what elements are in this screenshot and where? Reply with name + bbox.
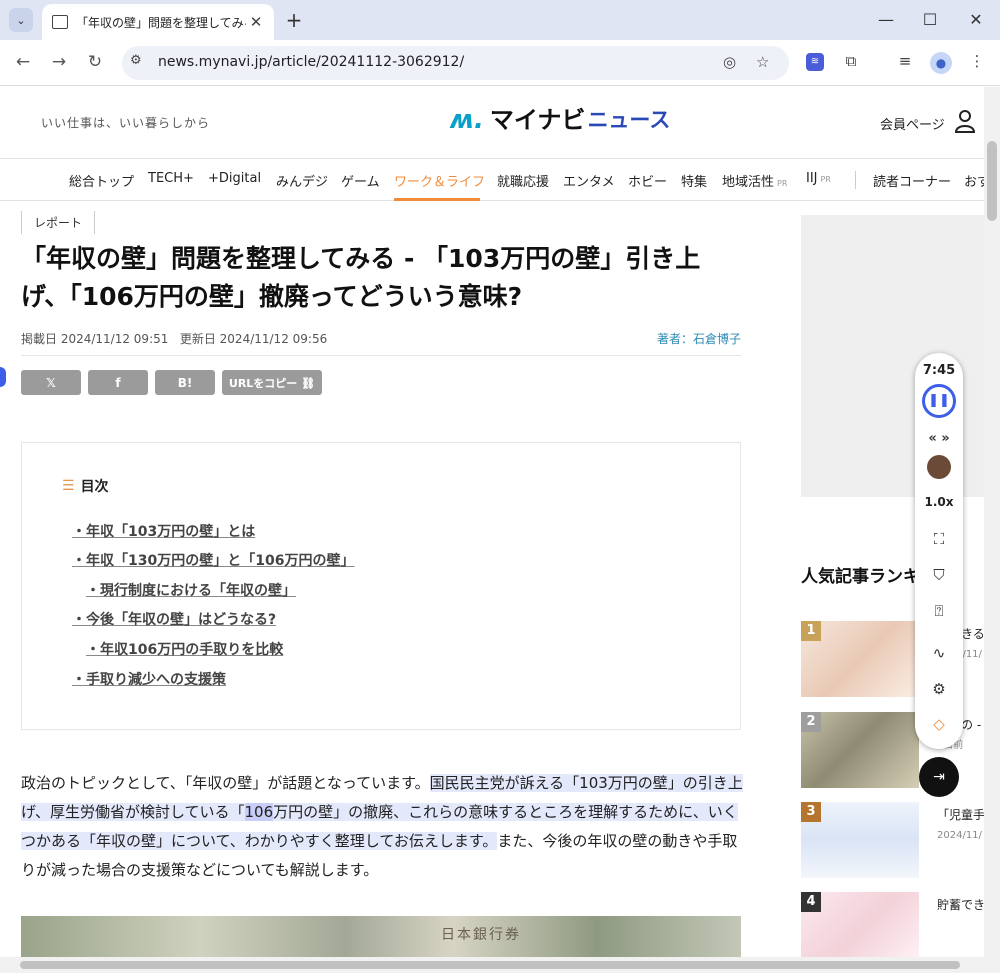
toc-link-4[interactable]: ・今後「年収の壁」はどうなる? <box>72 609 276 629</box>
article-dates: 掲載日 2024/11/12 09:51 更新日 2024/11/12 09:5… <box>21 332 328 346</box>
skip-icon[interactable]: « » <box>915 431 963 446</box>
monitor-favicon-icon <box>52 15 68 29</box>
premium-gem-icon[interactable]: ◇ <box>915 715 963 733</box>
bookmark-star-icon[interactable]: ☆ <box>756 53 769 71</box>
user-icon[interactable] <box>954 109 976 133</box>
browser-tab-active[interactable]: 「年収の壁」問題を整理してみる - 「 ✕ <box>42 4 274 40</box>
tab-close-icon[interactable]: ✕ <box>246 13 266 31</box>
share-facebook-button[interactable]: f <box>88 370 148 395</box>
logo-main-text: マイナビ <box>489 106 586 134</box>
new-tab-button[interactable]: + <box>283 8 305 32</box>
nav-item-iij[interactable]: IIJ PR <box>806 171 831 186</box>
table-of-contents: ☰ 目次 ・年収「103万円の壁」とは ・年収「130万円の壁」と「106万円の… <box>21 442 741 730</box>
nav-item-reader[interactable]: 読者コーナー <box>873 171 951 190</box>
ranking-text: 貯蓄でき 特徴 第4 きる人っ <box>937 898 984 912</box>
toc-link-6[interactable]: ・手取り減少への支援策 <box>72 669 226 689</box>
rank-badge: 2 <box>801 712 821 732</box>
nav-item-tech[interactable]: TECH+ <box>148 171 194 186</box>
member-page-link[interactable]: 会員ページ <box>880 114 945 133</box>
nav-item-job[interactable]: 就職応援 <box>497 171 549 190</box>
extensions-puzzle-icon[interactable]: ⧉ <box>841 52 861 70</box>
tab-search-chevron-icon[interactable]: ⌄ <box>9 8 33 32</box>
nav-item-work-life[interactable]: ワーク＆ライフ <box>394 171 485 190</box>
speechify-extension-icon[interactable]: ≋ <box>806 53 824 71</box>
nav-item-feature[interactable]: 特集 <box>681 171 707 190</box>
nav-item-digital[interactable]: +Digital <box>208 171 261 186</box>
site-header: いい仕事は、いい暮らしから ʍ. マイナビ ニュース 会員ページ <box>0 87 984 159</box>
browser-tab-bar: ⌄ 「年収の壁」問題を整理してみる - 「 ✕ + — ☐ ✕ <box>0 0 1000 40</box>
toc-link-2[interactable]: ・年収「130万円の壁」と「106万円の壁」 <box>72 550 354 570</box>
copy-url-button[interactable]: URLをコピー ⛓ <box>222 370 322 395</box>
toc-title: ☰ 目次 <box>62 478 109 495</box>
ranking-text: 「児童手 いたら何 い道は -2024/11/ <box>937 808 984 841</box>
settings-gear-icon[interactable]: ⚙ <box>915 680 963 698</box>
screenshot-icon[interactable]: ⛶ <box>915 530 963 548</box>
article-body-paragraph: 政治のトピックとして、「年収の壁」が話題となっています。国民民主党が訴える「10… <box>21 774 743 879</box>
nav-active-underline <box>394 198 480 201</box>
nav-item-entame[interactable]: エンタメ <box>563 171 615 190</box>
site-tagline: いい仕事は、いい暮らしから <box>41 116 211 130</box>
share-x-button[interactable]: 𝕏 <box>21 370 81 395</box>
pause-icon[interactable]: ❚❚ <box>922 384 956 418</box>
nav-item-game[interactable]: ゲーム <box>341 171 380 190</box>
playback-speed[interactable]: 1.0x <box>915 495 963 509</box>
page-viewport: いい仕事は、いい暮らしから ʍ. マイナビ ニュース 会員ページ 総合トップ T… <box>0 87 984 957</box>
url-text[interactable]: news.mynavi.jp/article/20241112-3062912/ <box>158 54 464 70</box>
more-menu-icon[interactable]: ⋮ <box>967 52 987 70</box>
article-banknote-image: 日本銀行券 <box>21 916 741 957</box>
nav-item-recommend[interactable]: おす <box>964 171 984 190</box>
collapse-panel-icon[interactable]: ⇥ <box>919 757 959 797</box>
horizontal-scrollbar[interactable] <box>0 957 1000 973</box>
rank-badge: 4 <box>801 892 821 912</box>
reader-time: 7:45 <box>922 363 956 378</box>
profile-avatar-icon[interactable]: ● <box>930 52 952 74</box>
rank-badge: 3 <box>801 802 821 822</box>
category-nav: 総合トップ TECH+ +Digital みんデジ ゲーム ワーク＆ライフ 就職… <box>0 159 984 201</box>
horizontal-scroll-thumb[interactable] <box>20 961 960 969</box>
article-headline: 「年収の壁」問題を整理してみる - 「103万円の壁」引き上げ、「106万円の壁… <box>21 244 701 311</box>
nav-item-hobby[interactable]: ホビー <box>628 171 667 190</box>
mynavi-news-logo[interactable]: ʍ. マイナビ ニュース <box>450 105 670 135</box>
forward-arrow-icon[interactable]: → <box>48 52 70 72</box>
ranking-item-3[interactable]: 3 「児童手 いたら何 い道は -2024/11/ <box>801 802 984 882</box>
toc-link-1[interactable]: ・年収「103万円の壁」とは <box>72 521 255 541</box>
window-close-icon[interactable]: ✕ <box>966 10 986 29</box>
media-queue-icon[interactable]: ≡ <box>895 52 915 70</box>
vertical-scrollbar[interactable] <box>984 87 1000 957</box>
nav-item-mindigi[interactable]: みんデジ <box>276 171 328 190</box>
browser-toolbar: ← → ↻ ⚙ news.mynavi.jp/article/20241112-… <box>0 40 1000 86</box>
toc-link-5[interactable]: ・年収106万円の手取りを比較 <box>86 639 283 659</box>
text-to-speech-widget: 7:45 ❚❚ « » 1.0x ⛶ ⛉ ⍰ ∿ ⚙ ◇ <box>915 353 963 749</box>
address-bar[interactable]: ⚙ news.mynavi.jp/article/20241112-306291… <box>122 46 789 80</box>
divider <box>21 355 741 356</box>
category-label[interactable]: レポート <box>21 211 96 234</box>
waveform-icon[interactable]: ∿ <box>915 644 963 662</box>
nav-separator <box>855 171 856 189</box>
back-arrow-icon[interactable]: ← <box>12 52 34 72</box>
side-panel-handle[interactable] <box>0 367 6 387</box>
maximize-icon[interactable]: ☐ <box>920 10 940 29</box>
voice-avatar[interactable] <box>927 455 951 479</box>
rank-badge: 1 <box>801 621 821 641</box>
list-icon: ☰ <box>62 478 75 494</box>
article-author[interactable]: 著者：石倉博子 <box>657 330 741 347</box>
nav-item-region[interactable]: 地域活性 PR <box>722 171 787 190</box>
minimize-icon[interactable]: — <box>876 10 896 29</box>
share-hatena-button[interactable]: B! <box>155 370 215 395</box>
ranking-item-4[interactable]: 4 貯蓄でき 特徴 第4 きる人っ <box>801 892 984 957</box>
logo-sub-text: ニュース <box>587 108 671 132</box>
reload-icon[interactable]: ↻ <box>84 52 106 72</box>
vertical-scroll-thumb[interactable] <box>987 141 997 221</box>
eye-off-icon[interactable]: ◎ <box>723 53 736 71</box>
toc-link-3[interactable]: ・現行制度における「年収の壁」 <box>86 580 296 600</box>
add-bookmark-icon[interactable]: ⛉ <box>915 566 963 584</box>
image-text: 日本銀行券 <box>441 927 521 943</box>
help-icon[interactable]: ⍰ <box>915 602 963 620</box>
tab-title: 「年収の壁」問題を整理してみる - 「 <box>76 15 246 30</box>
logo-mark-icon: ʍ. <box>450 105 484 135</box>
site-info-icon[interactable]: ⚙ <box>130 53 142 68</box>
nav-item-top[interactable]: 総合トップ <box>69 171 134 190</box>
